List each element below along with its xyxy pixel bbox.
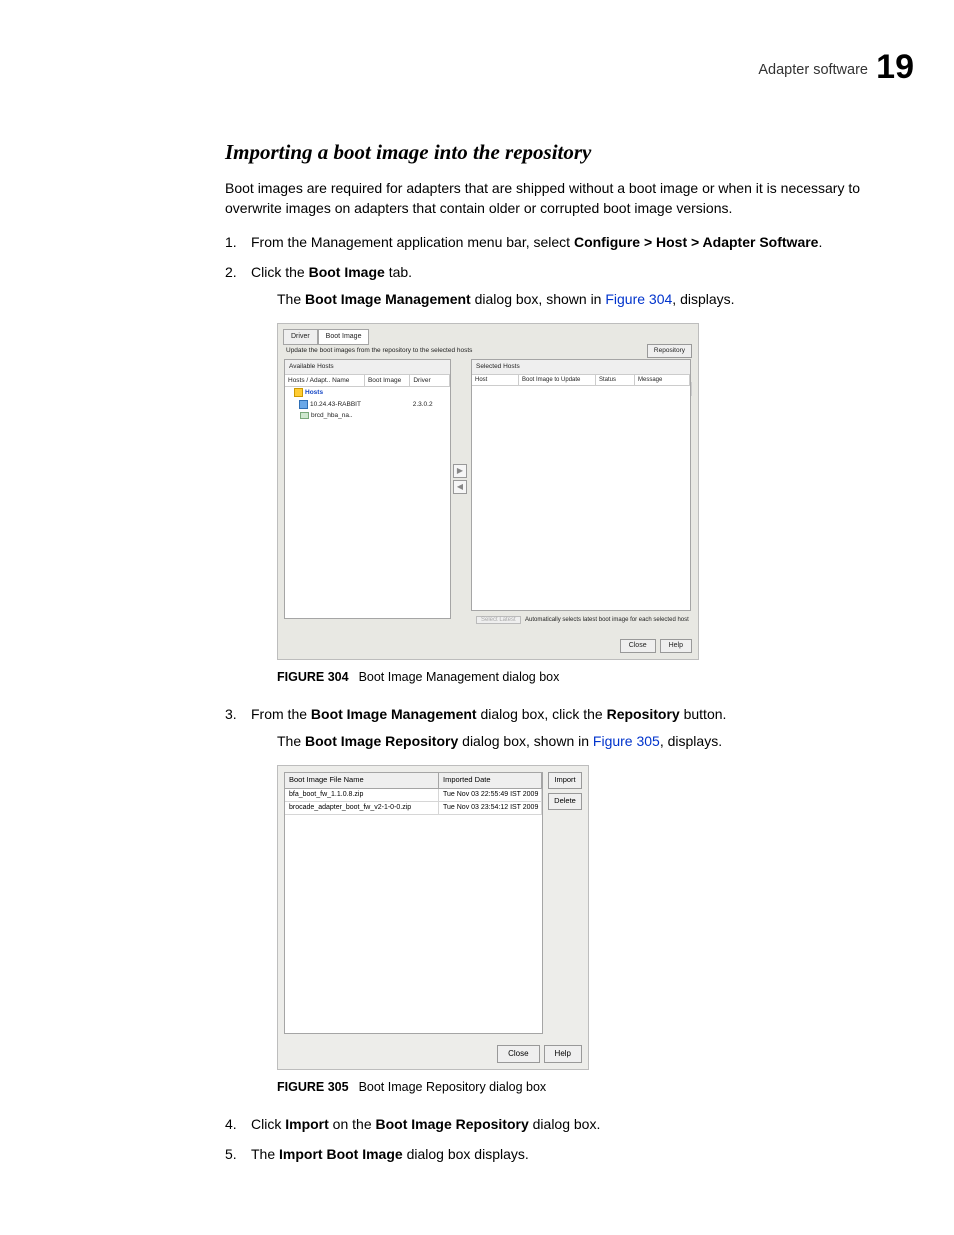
- host-icon: [299, 400, 308, 409]
- col-hosts[interactable]: Hosts / Adapt.. Name: [285, 375, 365, 386]
- table-row[interactable]: brocade_adapter_boot_fw_v2-1-0-0.zip Tue…: [285, 802, 542, 815]
- close-button[interactable]: Close: [620, 639, 656, 653]
- tree-root[interactable]: Hosts: [285, 387, 450, 399]
- tree-host[interactable]: 10.24.43-RABBIT 2.3.0.2: [285, 399, 450, 411]
- import-button[interactable]: Import: [548, 772, 582, 789]
- table-row[interactable]: bfa_boot_fw_1.1.0.8.zip Tue Nov 03 22:55…: [285, 789, 542, 802]
- chapter-number: 19: [876, 48, 914, 87]
- help-button[interactable]: Help: [660, 639, 692, 653]
- select-latest-button[interactable]: Select Latest: [476, 616, 521, 624]
- selected-hosts-pane: Selected Hosts Host Boot Image to Update…: [471, 359, 691, 611]
- col-message[interactable]: Message: [635, 375, 690, 386]
- intro-paragraph: Boot images are required for adapters th…: [225, 179, 874, 218]
- col-file-name[interactable]: Boot Image File Name: [285, 773, 439, 788]
- transfer-buttons: ▶ ◀: [453, 464, 467, 496]
- help-button[interactable]: Help: [544, 1045, 582, 1063]
- running-header: Adapter software: [758, 62, 868, 78]
- step-2-sub: The Boot Image Management dialog box, sh…: [277, 289, 874, 309]
- dialog-hint: Update the boot images from the reposito…: [286, 346, 472, 355]
- tab-boot-image[interactable]: Boot Image: [318, 329, 370, 345]
- col-host[interactable]: Host: [472, 375, 519, 386]
- available-hosts-pane: Available Hosts Hosts / Adapt.. Name Boo…: [284, 359, 451, 619]
- figure-305-caption: FIGURE 305Boot Image Repository dialog b…: [277, 1078, 874, 1096]
- col-driver[interactable]: Driver: [410, 375, 450, 386]
- step-1: 1. From the Management application menu …: [225, 232, 874, 252]
- boot-image-repository-dialog: Boot Image File Name Imported Date bfa_b…: [277, 765, 589, 1070]
- boot-image-management-dialog: Driver Boot Image Update the boot images…: [277, 323, 699, 660]
- tree-adapter[interactable]: brcd_hba_na..: [285, 410, 450, 421]
- section-title: Importing a boot image into the reposito…: [225, 140, 874, 165]
- step-3: 3. From the Boot Image Management dialog…: [225, 704, 874, 1096]
- close-button[interactable]: Close: [497, 1045, 539, 1063]
- step-4: 4. Click Import on the Boot Image Reposi…: [225, 1114, 874, 1134]
- col-boot-image[interactable]: Boot Image: [365, 375, 410, 386]
- tab-driver[interactable]: Driver: [283, 329, 318, 345]
- folder-icon: [294, 388, 303, 397]
- steps-list: 1. From the Management application menu …: [225, 232, 874, 1164]
- step-3-sub: The Boot Image Repository dialog box, sh…: [277, 731, 874, 751]
- figure-304-caption: FIGURE 304Boot Image Management dialog b…: [277, 668, 874, 686]
- adapter-icon: [300, 412, 309, 419]
- move-left-button[interactable]: ◀: [453, 480, 467, 494]
- delete-button[interactable]: Delete: [548, 793, 582, 810]
- repo-table: Boot Image File Name Imported Date bfa_b…: [284, 772, 543, 1034]
- step-5: 5. The Import Boot Image dialog box disp…: [225, 1144, 874, 1164]
- figure-305-link[interactable]: Figure 305: [593, 733, 660, 749]
- repository-button[interactable]: Repository: [647, 344, 692, 357]
- col-imported-date[interactable]: Imported Date: [439, 773, 542, 788]
- select-latest-row: Select Latest Automatically selects late…: [476, 616, 689, 625]
- col-status[interactable]: Status: [596, 375, 635, 386]
- col-boot-image-update[interactable]: Boot Image to Update: [519, 375, 596, 386]
- figure-304-link[interactable]: Figure 304: [605, 291, 672, 307]
- move-right-button[interactable]: ▶: [453, 464, 467, 478]
- page: Adapter software 19 Importing a boot ima…: [0, 0, 954, 1235]
- step-2: 2. Click the Boot Image tab. The Boot Im…: [225, 262, 874, 686]
